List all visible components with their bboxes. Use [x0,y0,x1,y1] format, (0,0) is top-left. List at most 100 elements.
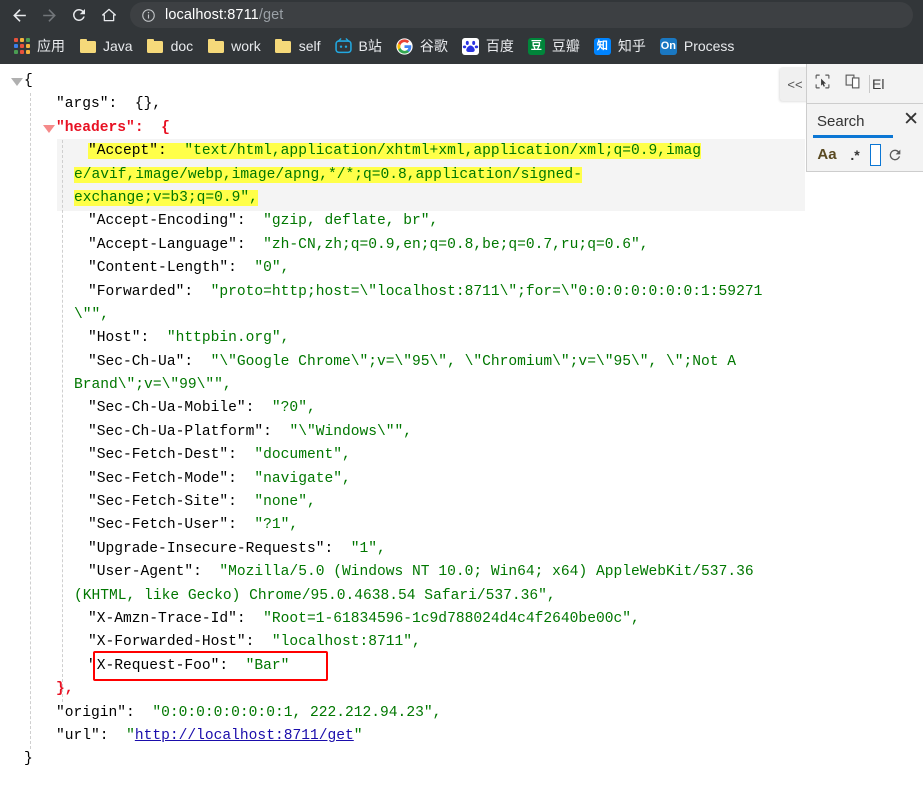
json-value: "\"Google Chrome\";v=\"95\", \"Chromium\… [210,353,737,370]
json-value [166,143,185,160]
fold-triangle-icon[interactable] [11,78,23,86]
back-arrow-icon [10,6,29,25]
json-value: "proto=http;host=\"localhost:8711\";for=… [210,283,763,300]
page-content-area: {"args": {}, "headers": {"Accept": "text/… [0,64,923,812]
json-value [333,541,351,557]
address-bar[interactable]: localhost:8711/get [130,2,913,28]
device-toolbar-icon [844,73,861,95]
search-tab-label[interactable]: Search [817,113,865,130]
json-line: "Sec-Ch-Ua-Platform": "\"Windows\"", [0,421,923,444]
json-key: { [24,73,33,89]
json-line: "Sec-Fetch-User": "?1", [0,514,923,537]
json-value [237,517,255,533]
folder-icon [147,38,164,55]
json-url-link[interactable]: http://localhost:8711/get [135,728,354,744]
bookmark-label: 百度 [485,38,514,54]
json-value: "text/html,application/xhtml+xml,applica… [184,143,702,160]
bookmark-item[interactable]: 知知乎 [587,33,653,59]
bookmark-item[interactable]: On Process [653,33,742,59]
json-line: "Accept": "text/html,application/xhtml+x… [0,140,923,163]
bookmark-label: 应用 [37,38,65,54]
bookmark-label: 豆瓣 [551,38,580,54]
json-line: }, [0,678,923,701]
json-key: "Accept": [88,143,167,160]
forward-arrow-icon [40,6,59,25]
json-line: Brand\";v=\"99\"", [0,374,923,397]
json-key: "args": [56,96,118,113]
json-key: "headers": [56,119,144,136]
json-key: "User-Agent": [88,564,202,581]
json-line: "Sec-Fetch-Site": "none", [0,491,923,514]
json-value [272,424,290,440]
json-value [254,634,272,650]
json-value: "Mozilla/5.0 (Windows NT 10.0; Win64; x6… [219,564,754,581]
reload-icon [70,6,88,24]
bookmark-item[interactable]: work [200,33,268,59]
home-button[interactable] [94,0,124,30]
url-path: /get [258,7,284,23]
json-key: "Sec-Ch-Ua-Mobile": [88,400,255,417]
bookmark-item[interactable]: 应用 [6,33,72,59]
active-tab-underline [813,135,893,138]
json-line: "Host": "httpbin.org", [0,327,923,350]
json-value: "Bar" [245,657,290,674]
close-icon[interactable]: ✕ [903,110,919,130]
reload-button[interactable] [64,0,94,30]
bookmark-item[interactable]: doc [140,33,201,59]
json-key: "Sec-Ch-Ua-Platform": [88,423,272,440]
json-line: "headers": { [0,117,923,140]
json-value: "?1", [254,517,299,534]
json-key: e/avif,image/webp,image/apng,*/*;q=0.8,a… [74,166,582,183]
bookmark-item[interactable]: 百度 [455,33,521,59]
refresh-icon[interactable] [882,142,908,168]
json-line: "X-Amzn-Trace-Id": "Root=1-61834596-1c9d… [0,608,923,631]
json-key: }, [56,681,74,698]
json-key: "Host": [88,330,150,347]
json-line: "User-Agent": "Mozilla/5.0 (Windows NT 1… [0,561,923,584]
back-button[interactable] [4,0,34,30]
json-key: "X-Forwarded-Host": [88,634,255,651]
json-key: "Accept-Language": [88,236,246,253]
json-key: "X-Amzn-Trace-Id": [88,610,246,627]
json-value [246,237,264,253]
json-value: "0", [254,260,290,277]
search-input[interactable] [870,143,881,166]
indent-guide [30,93,31,749]
folder-icon [275,38,292,55]
search-tab-row: Search ✕ [807,104,923,138]
json-line: "Sec-Fetch-Mode": "navigate", [0,468,923,491]
json-value [135,705,153,721]
forward-button[interactable] [34,0,64,30]
json-line: e/avif,image/webp,image/apng,*/*;q=0.8,a… [0,164,923,187]
json-line: "X-Forwarded-Host": "localhost:8711", [0,631,923,654]
json-line: "Sec-Ch-Ua-Mobile": "?0", [0,397,923,420]
json-key: "Accept-Encoding": [88,213,246,230]
elements-tab-label[interactable]: El [872,76,884,92]
fold-triangle-icon[interactable] [43,124,55,133]
bookmark-item[interactable]: B站 [328,33,389,59]
json-value [237,260,255,276]
json-value: "httpbin.org", [166,330,290,347]
json-value: " [126,727,135,744]
baidu-icon [461,37,479,55]
bookmark-item[interactable]: self [268,33,328,59]
json-key: "Sec-Fetch-Site": [88,494,237,511]
json-value [144,120,162,136]
folder-icon [207,38,224,55]
json-value [193,284,211,300]
search-options-row: Aa .* [807,138,923,171]
device-toolbar-button[interactable] [837,69,867,99]
bookmark-item[interactable]: 豆豆瓣 [521,33,587,59]
json-value [237,471,255,487]
json-value [202,564,220,580]
json-line: } [0,748,923,771]
match-case-button[interactable]: Aa [813,142,841,168]
regex-button[interactable]: .* [841,142,869,168]
bookmark-label: Process [683,38,735,54]
bookmark-item[interactable]: 谷歌 [389,33,455,59]
json-key: } [24,751,33,768]
page-info-icon[interactable] [141,8,156,23]
bookmark-item[interactable]: Java [72,33,140,59]
browser-chrome: localhost:8711/get 应用 Java doc work self B站 谷歌… [0,0,923,64]
inspect-element-button[interactable] [807,69,837,99]
